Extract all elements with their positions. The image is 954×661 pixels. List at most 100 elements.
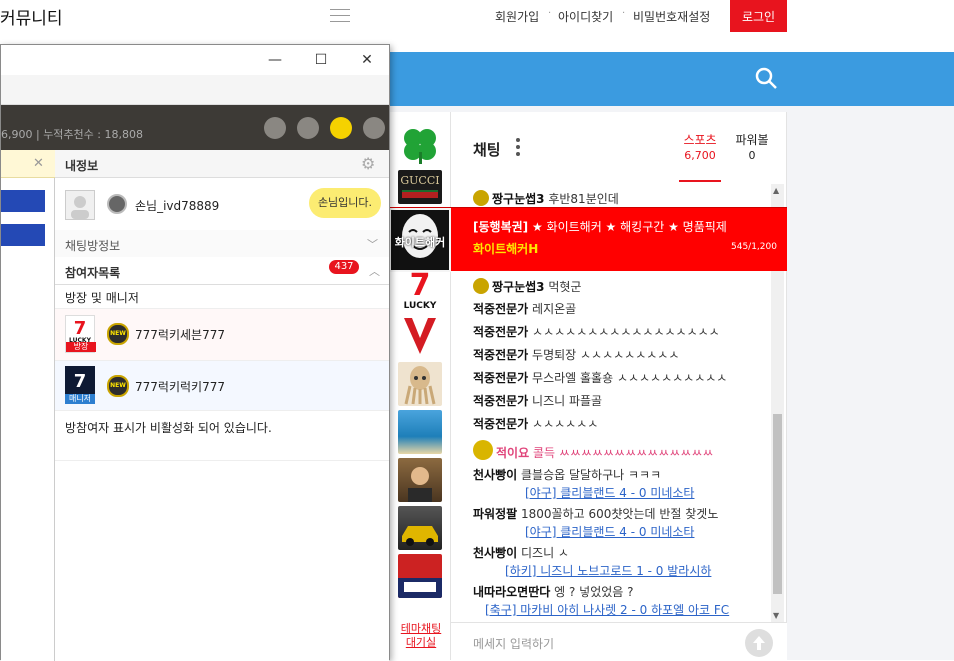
- chevron-up-icon[interactable]: ︿: [369, 263, 380, 279]
- seven-logo-icon: 7: [74, 371, 87, 392]
- participant-row[interactable]: 7 LUCKY 방장 NEW 777럭키세븐777: [55, 309, 389, 361]
- room-stats-bar: 6,900 | 누적추천수 : 18,808: [1, 105, 389, 150]
- window-titlebar[interactable]: — ☐ ✕: [1, 45, 389, 75]
- promo-banner[interactable]: 화이트해커 [동행복권] ★ 화이트해커 ★ 해킹구간 ★ 명품픽제 화이트해커…: [389, 207, 787, 272]
- squid-icon: [404, 366, 436, 405]
- new-badge-text: NEW: [110, 330, 126, 337]
- chat-text: ㅅㅅㅅㅅㅅㅅㅅㅅㅅㅅㅅㅅㅅㅅㅅㅅㅅ: [532, 325, 720, 339]
- my-info-title: 내정보: [65, 159, 99, 173]
- chat-username[interactable]: 적중전문가: [473, 325, 528, 339]
- chat-message: 천사빵이 클블승옵 달달하구나 ㅋㅋㅋ: [473, 467, 661, 483]
- gucci-logo-icon: GUCCI: [400, 174, 440, 198]
- scroll-up-icon[interactable]: ▲: [773, 186, 779, 195]
- chat-username[interactable]: 적중전문가: [473, 371, 528, 385]
- chat-username[interactable]: 적중전문가: [473, 302, 528, 316]
- guest-name: 손님_ivd78889: [135, 199, 220, 213]
- minimize-icon[interactable]: —: [261, 49, 289, 71]
- close-icon[interactable]: ✕: [353, 49, 381, 71]
- message-input-bar[interactable]: 메세지 입력하기: [451, 622, 787, 660]
- room-info-header[interactable]: 채팅방정보 ﹀: [55, 230, 389, 258]
- squid-thumbnail[interactable]: [398, 362, 442, 406]
- match-score-link[interactable]: [야구] 클리블랜드 4 - 0 미네소타: [525, 523, 694, 540]
- send-button[interactable]: [745, 629, 773, 657]
- chat-text: 엥 ? 넣었었음 ?: [554, 585, 634, 599]
- signup-link[interactable]: 회원가입: [495, 8, 539, 25]
- clover-thumbnail[interactable]: [398, 122, 442, 166]
- chat-username[interactable]: 파워정팔: [473, 507, 517, 521]
- close-icon[interactable]: ✕: [33, 156, 44, 171]
- gear-icon[interactable]: ⚙: [361, 154, 375, 173]
- tab-powerball[interactable]: 파워볼 0: [731, 132, 773, 164]
- search-icon[interactable]: [754, 66, 778, 90]
- blue-button[interactable]: [1, 224, 45, 246]
- chat-username[interactable]: 적중전문가: [473, 417, 528, 431]
- reset-password-link[interactable]: 비밀번호재설정: [633, 8, 710, 25]
- new-badge-icon: NEW: [107, 375, 129, 397]
- maximize-icon[interactable]: ☐: [307, 49, 335, 71]
- chat-username[interactable]: 짱구눈썹3: [492, 280, 545, 294]
- chat-text: 두명퇴장 ㅅㅅㅅㅅㅅㅅㅅㅅㅅ: [532, 348, 680, 362]
- participants-count-badge: 437: [329, 260, 359, 274]
- login-button[interactable]: 로그인: [730, 0, 787, 32]
- gucci-thumbnail[interactable]: GUCCI: [398, 170, 442, 204]
- beach-thumbnail[interactable]: [398, 410, 442, 454]
- participant-row[interactable]: 7 매니저 NEW 777럭키럭키777: [55, 361, 389, 411]
- new-badge-text: NEW: [110, 382, 126, 389]
- match-score-link[interactable]: [야구] 클리블랜드 4 - 0 미네소타: [525, 484, 694, 501]
- chat-panel: 채팅 스포츠 6,700 파워볼 0 짱구눈썹3 후반81분인데 짱구눈썹3 먹…: [451, 112, 787, 660]
- chat-username[interactable]: 천사빵이: [473, 546, 517, 560]
- svg-text:LUCKY: LUCKY: [404, 301, 437, 311]
- scrollbar-thumb[interactable]: [773, 414, 782, 594]
- search-bar: [389, 52, 954, 106]
- chat-message: 적이요 콜득 ㅆㅆㅆㅆㅆㅆㅆㅆㅆㅆㅆㅆㅆㅆ: [473, 440, 713, 461]
- guest-level-icon: [107, 194, 127, 214]
- message-input[interactable]: 메세지 입력하기: [473, 635, 554, 652]
- chat-username[interactable]: 적중전문가: [473, 394, 528, 408]
- svg-text:7: 7: [74, 318, 87, 339]
- lucky-seven-icon: 7LUCKY: [404, 268, 437, 311]
- rank-emblem-icon: [473, 190, 489, 206]
- participant-name[interactable]: 777럭키럭키777: [135, 378, 225, 395]
- scroll-down-icon[interactable]: ▼: [773, 611, 779, 620]
- match-score-link[interactable]: [축구] 마카비 아히 나사렛 2 - 0 하포엘 아코 FC: [485, 601, 729, 618]
- chat-username[interactable]: 내따라오면딴다: [473, 585, 550, 599]
- chat-message: 적중전문가 레지온골: [473, 301, 576, 317]
- svg-text:GUCCI: GUCCI: [400, 174, 439, 187]
- role-badge-manager: 매니저: [65, 394, 95, 404]
- lucky-logo-avatar: 7 매니저: [65, 366, 95, 404]
- chat-username[interactable]: 적이요: [496, 446, 529, 460]
- participant-name[interactable]: 777럭키세븐777: [135, 326, 225, 343]
- guest-status-bubble: 손님입니다.: [309, 188, 381, 218]
- chevron-down-icon[interactable]: ﹀: [367, 236, 378, 252]
- chat-message: 적중전문가 무스라엘 홀홀숑 ㅅㅅㅅㅅㅅㅅㅅㅅㅅㅅ: [473, 370, 727, 386]
- site-title[interactable]: 커뮤니티: [0, 4, 63, 29]
- chat-username[interactable]: 적중전문가: [473, 348, 528, 362]
- chat-username[interactable]: 짱구눈썹3: [492, 192, 545, 206]
- more-options-icon[interactable]: [515, 138, 521, 158]
- chat-text: 콜득 ㅆㅆㅆㅆㅆㅆㅆㅆㅆㅆㅆㅆㅆㅆ: [532, 446, 714, 460]
- chat-message: 적중전문가 ㅅㅅㅅㅅㅅㅅㅅㅅㅅㅅㅅㅅㅅㅅㅅㅅㅅ: [473, 324, 720, 340]
- blue-button[interactable]: [1, 190, 45, 212]
- chat-message: 짱구눈썹3 먹혓군: [473, 278, 581, 295]
- star-icon[interactable]: [297, 117, 319, 139]
- match-score-link[interactable]: [하키] 니즈니 노브고로드 1 - 0 발라시하: [505, 562, 711, 579]
- lucky-thumbnail[interactable]: 7 LUCKY: [398, 267, 442, 311]
- menu-icon[interactable]: [330, 9, 350, 23]
- chat-username[interactable]: 천사빵이: [473, 468, 517, 482]
- promo-thumbnail[interactable]: [398, 554, 442, 598]
- banner-tag: [동행복권]: [473, 220, 529, 234]
- thumbs-up-icon[interactable]: [264, 117, 286, 139]
- ticket-icon[interactable]: [330, 117, 352, 139]
- user-icon[interactable]: [363, 117, 385, 139]
- car-thumbnail[interactable]: [398, 506, 442, 550]
- theme-chat-waiting-room-link[interactable]: 테마채팅 대기실: [397, 622, 445, 650]
- find-id-link[interactable]: 아이디찾기: [558, 8, 613, 25]
- portrait-thumbnail[interactable]: [398, 458, 442, 502]
- banner-count: 545/1,200: [731, 242, 777, 252]
- new-badge-icon: NEW: [107, 323, 129, 345]
- promo-banner-icon: [398, 578, 442, 598]
- separator-dot: ·: [622, 8, 626, 19]
- tab-sports[interactable]: 스포츠 6,700: [679, 132, 721, 182]
- chat-title: 채팅: [473, 141, 501, 159]
- v-logo-thumbnail[interactable]: [398, 314, 442, 358]
